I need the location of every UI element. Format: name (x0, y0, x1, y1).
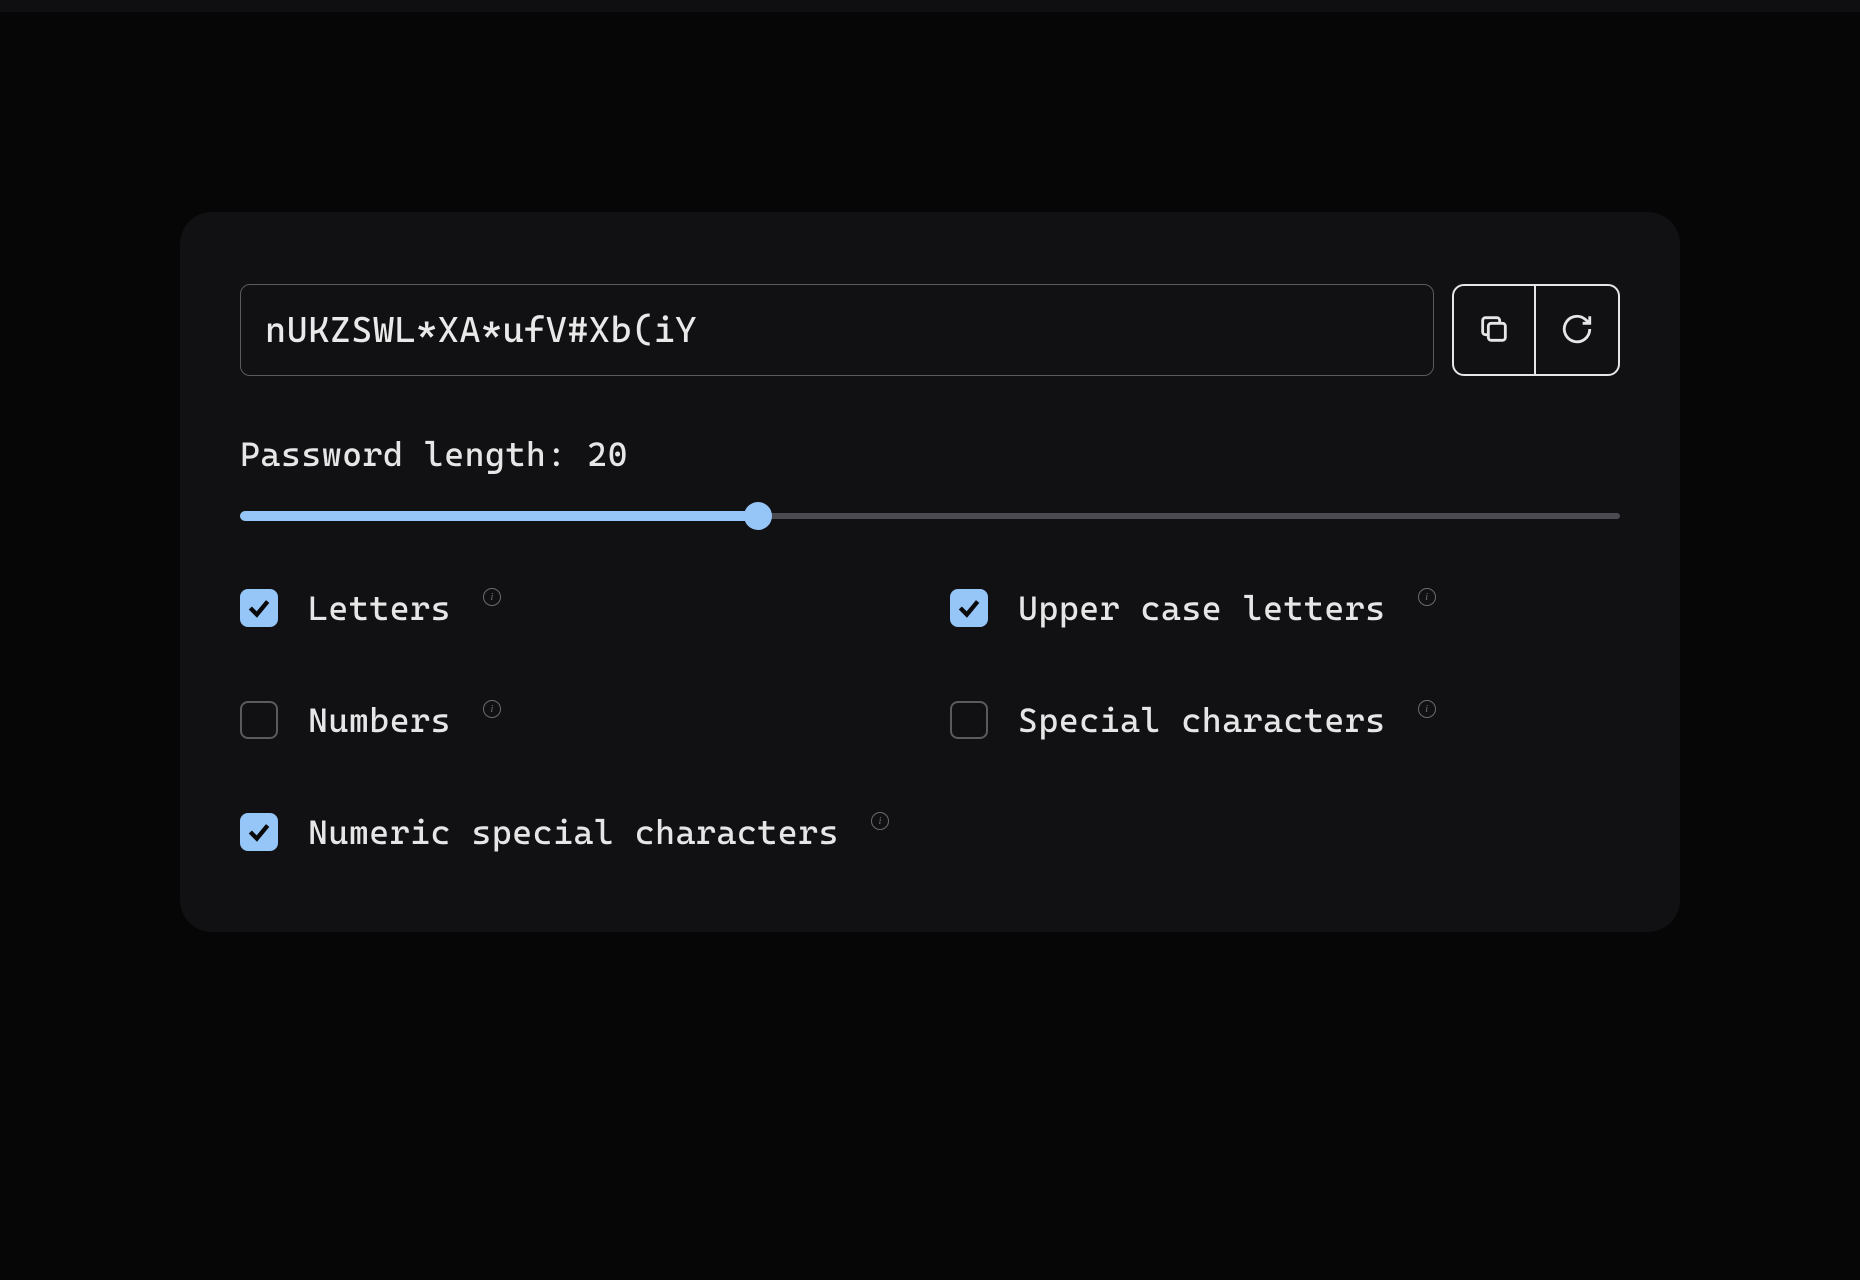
option-label-numeric_special: Numeric special characters (308, 812, 839, 852)
option-special: Special characters i (950, 700, 1620, 740)
info-icon[interactable]: i (1418, 588, 1436, 606)
checkbox-numbers[interactable] (240, 701, 278, 739)
checkbox-uppercase[interactable] (950, 589, 988, 627)
info-icon[interactable]: i (871, 812, 889, 830)
window-topbar (0, 0, 1860, 12)
page-container: Password length: 20 LettersiUpper case l… (0, 12, 1860, 932)
password-output-field[interactable] (240, 284, 1434, 376)
refresh-icon (1560, 312, 1594, 349)
option-label-special: Special characters (1018, 700, 1386, 740)
options-grid: LettersiUpper case lettersiNumbersiSpeci… (240, 588, 1620, 852)
length-slider[interactable] (240, 504, 1620, 528)
info-icon[interactable]: i (483, 700, 501, 718)
password-generator-card: Password length: 20 LettersiUpper case l… (180, 212, 1680, 932)
option-numbers: Numbers i (240, 700, 910, 740)
info-icon[interactable]: i (1418, 700, 1436, 718)
checkbox-numeric_special[interactable] (240, 813, 278, 851)
password-row (240, 284, 1620, 376)
copy-icon (1477, 312, 1511, 349)
option-numeric_special: Numeric special characters i (240, 812, 910, 852)
option-label-uppercase: Upper case letters (1018, 588, 1386, 628)
length-section: Password length: 20 (240, 434, 1620, 528)
length-label-prefix: Password length: (240, 434, 587, 474)
option-letters: Letters i (240, 588, 910, 628)
option-label-numbers: Numbers (308, 700, 451, 740)
length-label: Password length: 20 (240, 434, 1620, 474)
checkbox-letters[interactable] (240, 589, 278, 627)
slider-fill (240, 511, 758, 521)
password-action-group (1452, 284, 1620, 376)
option-uppercase: Upper case letters i (950, 588, 1620, 628)
copy-button[interactable] (1454, 286, 1536, 374)
checkbox-special[interactable] (950, 701, 988, 739)
refresh-button[interactable] (1536, 286, 1618, 374)
info-icon[interactable]: i (483, 588, 501, 606)
slider-thumb[interactable] (744, 502, 772, 530)
option-label-letters: Letters (308, 588, 451, 628)
length-value: 20 (587, 434, 628, 474)
